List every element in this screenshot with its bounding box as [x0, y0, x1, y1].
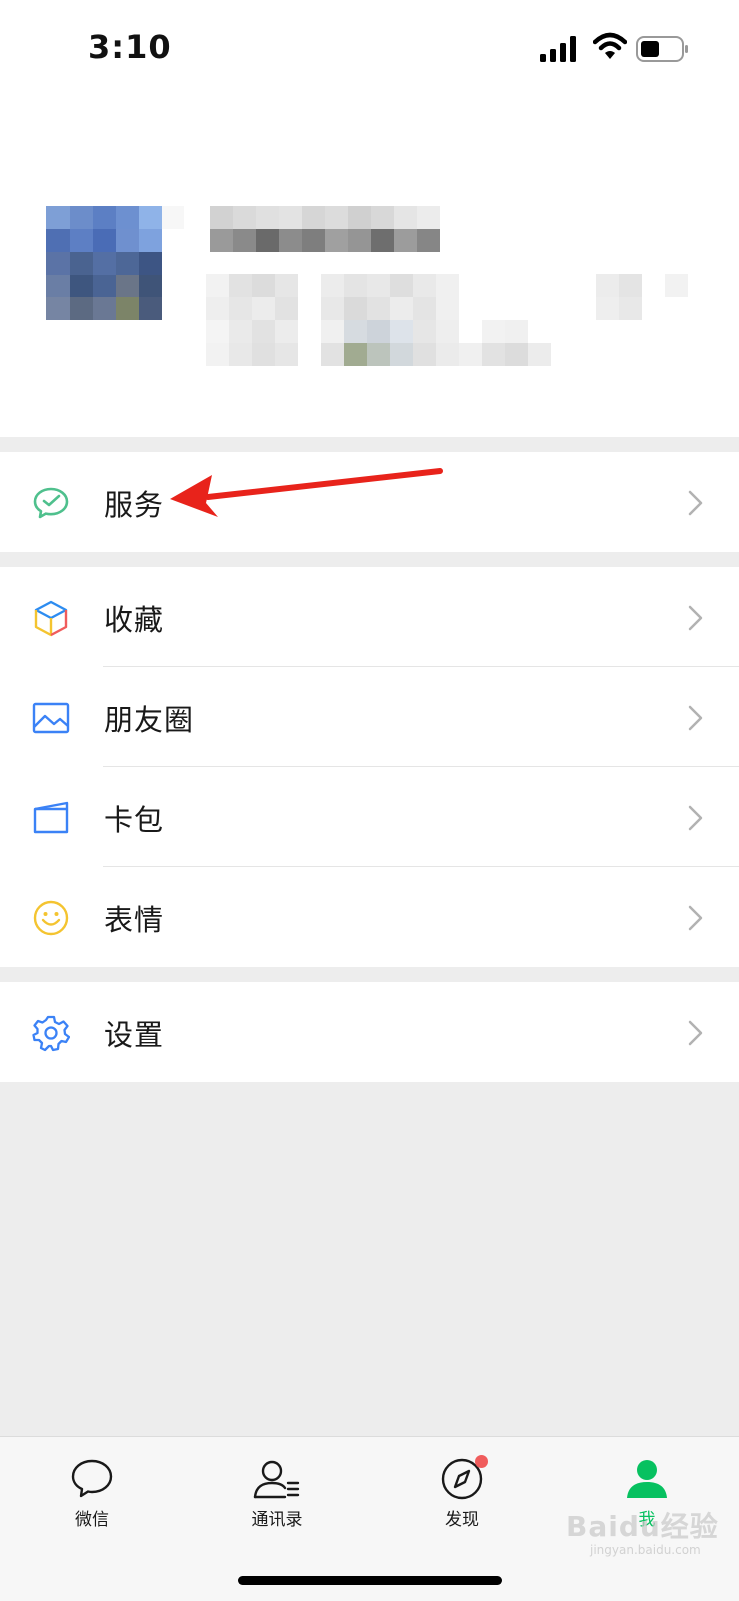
menu-label-services: 服务: [104, 488, 165, 522]
menu-row-stickers[interactable]: 表情: [0, 867, 739, 967]
features-section: 收藏 朋友圈 卡包 表情: [0, 567, 739, 967]
chevron-right-icon: [688, 705, 703, 731]
discover-badge: [475, 1455, 488, 1468]
chevron-right-icon: [688, 605, 703, 631]
tab-label-discover: 发现: [445, 1510, 479, 1530]
annotation-arrow: [170, 468, 443, 517]
menu-row-favorites[interactable]: 收藏: [0, 567, 739, 667]
smiley-icon: [33, 900, 69, 936]
tab-label-contacts: 通讯录: [251, 1510, 303, 1530]
cellular-signal-icon: [540, 36, 576, 62]
favorites-cube-icon: [34, 600, 68, 637]
tab-contacts[interactable]: 通讯录: [217, 1457, 337, 1547]
moments-image-icon: [32, 702, 70, 734]
menu-label-stickers: 表情: [104, 903, 165, 937]
chevron-right-icon: [688, 805, 703, 831]
menu-label-cards: 卡包: [104, 803, 165, 837]
settings-section: 设置: [0, 982, 739, 1082]
services-icon: [33, 487, 69, 519]
chevron-right-icon: [688, 1020, 703, 1046]
battery-icon: [636, 36, 688, 62]
home-indicator[interactable]: [238, 1576, 502, 1585]
user-nickname: [162, 206, 447, 252]
status-time: 3:10: [88, 28, 172, 66]
tab-label-chats: 微信: [75, 1510, 109, 1530]
person-icon: [627, 1460, 667, 1498]
tab-discover[interactable]: 发现: [402, 1457, 522, 1547]
avatar[interactable]: [46, 206, 162, 320]
menu-row-cards[interactable]: 卡包: [0, 767, 739, 867]
card-wallet-icon: [33, 801, 69, 834]
menu-label-settings: 设置: [104, 1018, 165, 1052]
tab-chats[interactable]: 微信: [32, 1457, 152, 1547]
gear-icon: [32, 1015, 70, 1052]
menu-label-favorites: 收藏: [104, 603, 165, 637]
watermark-brand: Baidu经验: [566, 1510, 719, 1543]
chevron-right-icon: [688, 905, 703, 931]
user-id: [186, 274, 726, 368]
menu-label-moments: 朋友圈: [104, 703, 195, 737]
menu-row-moments[interactable]: 朋友圈: [0, 667, 739, 767]
contacts-icon: [253, 1460, 300, 1499]
wifi-icon: [593, 32, 627, 59]
profile-header[interactable]: [0, 100, 739, 437]
status-bar: 3:10: [0, 0, 739, 100]
chat-bubble-icon: [71, 1459, 113, 1498]
watermark-url: jingyan.baidu.com: [590, 1543, 701, 1557]
chevron-right-icon: [688, 490, 703, 516]
menu-row-settings[interactable]: 设置: [0, 982, 739, 1082]
